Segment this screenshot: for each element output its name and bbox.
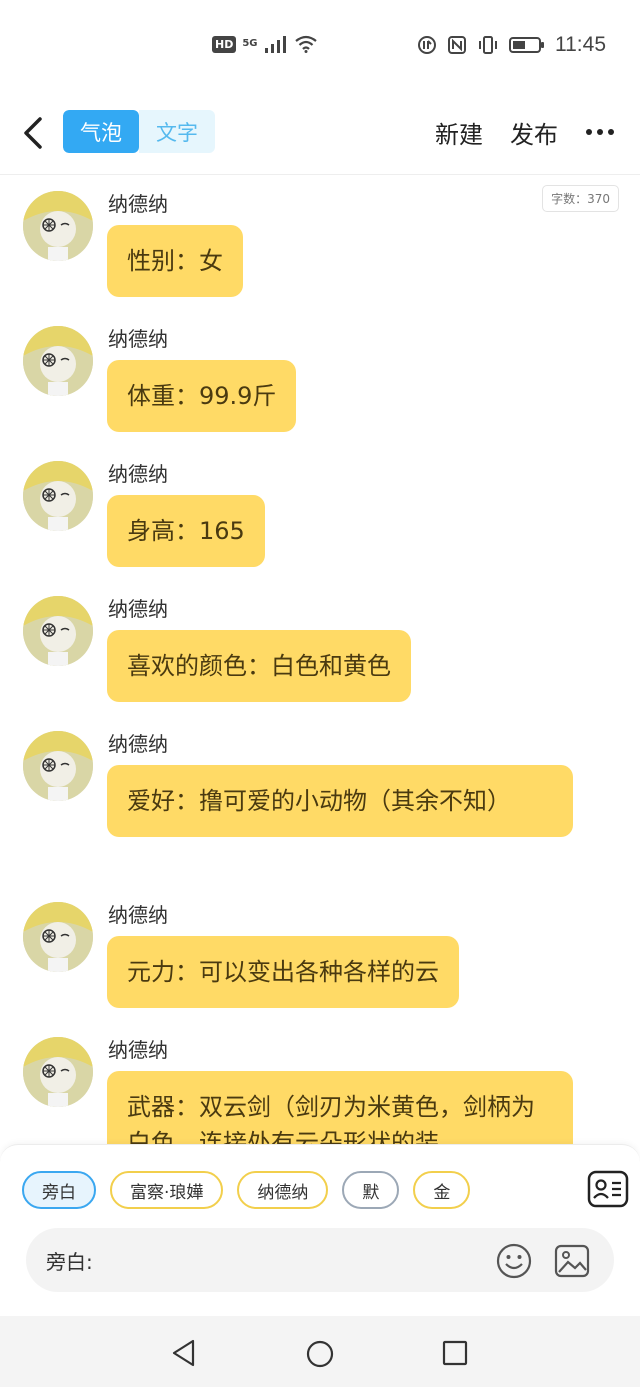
avatar[interactable] [23,731,93,801]
nfc-icon [448,36,466,54]
new-button[interactable]: 新建 [435,115,483,150]
role-chip[interactable]: 金 [413,1171,471,1209]
top-app-bar: 气泡 文字 新建 发布 [0,95,640,175]
avatar[interactable] [23,1037,93,1107]
avatar[interactable] [23,902,93,972]
nav-back-icon[interactable] [170,1338,198,1368]
character-card-icon[interactable] [587,1169,629,1209]
battery-icon [509,37,544,53]
vibrate-icon [479,36,497,54]
sender-name: 纳德纳 [108,327,168,351]
nav-home-icon[interactable] [306,1340,334,1368]
nav-recents-icon[interactable] [442,1340,468,1366]
avatar[interactable] [23,326,93,396]
system-nav-bar [0,1316,640,1387]
message-input-bar: 旁白: [26,1228,614,1292]
message-bubble[interactable]: 爱好：撸可爱的小动物（其余不知） [107,765,573,837]
tab-bubble[interactable]: 气泡 [63,110,139,153]
message-bubble[interactable]: 体重：99.9斤 [107,360,297,432]
publish-button[interactable]: 发布 [510,115,558,150]
data-saver-icon [418,36,436,54]
chat-message: 纳德纳 喜欢的颜色：白色和黄色 [0,581,640,711]
chat-message: 纳德纳 爱好：撸可爱的小动物（其余不知） [0,716,640,886]
input-role-label: 旁白: [46,1250,93,1274]
message-bubble[interactable]: 元力：可以变出各种各样的云 [107,936,459,1008]
signal-icon [264,36,286,53]
status-left: HD 5G [212,35,318,53]
message-bubble[interactable]: 武器：双云剑（剑刃为米黄色，剑柄为白色，连接处有云朵形状的装 [107,1071,573,1144]
sender-name: 纳德纳 [108,903,168,927]
clock: 11:45 [555,33,606,56]
hd-badge: HD [212,35,237,53]
status-bar: HD 5G 11:45 [0,0,640,95]
sender-name: 纳德纳 [108,462,168,486]
image-icon[interactable] [553,1242,591,1280]
emoji-icon[interactable] [495,1242,533,1280]
avatar[interactable] [23,596,93,666]
sender-name: 纳德纳 [108,732,168,756]
role-chip[interactable]: 富察·琅嬅 [110,1171,224,1209]
more-icon[interactable] [586,129,614,135]
role-selector: 旁白 富察·琅嬅 纳德纳 默 金 [22,1171,471,1209]
sender-name: 纳德纳 [108,192,168,216]
chat-message: 纳德纳 身高：165 [0,446,640,576]
role-chip-narrator[interactable]: 旁白 [22,1171,96,1209]
network-type: 5G [242,38,258,49]
message-input[interactable] [106,1240,486,1280]
wifi-icon [294,35,317,53]
chat-list[interactable]: 字数：370 纳德纳 性别：女 纳德纳 体重：99.9斤 纳德纳 身高：165 … [0,176,640,1144]
chat-message: 纳德纳 元力：可以变出各种各样的云 [0,887,640,1017]
chat-message: 纳德纳 体重：99.9斤 [0,311,640,441]
sender-name: 纳德纳 [108,597,168,621]
back-arrow-icon[interactable] [18,113,50,153]
avatar[interactable] [23,461,93,531]
chat-message: 纳德纳 武器：双云剑（剑刃为米黄色，剑柄为白色，连接处有云朵形状的装 [0,1022,640,1144]
chat-message: 纳德纳 性别：女 [0,176,640,306]
role-chip[interactable]: 纳德纳 [237,1171,329,1209]
message-bubble[interactable]: 喜欢的颜色：白色和黄色 [107,630,411,702]
role-chip[interactable]: 默 [342,1171,400,1209]
composer-panel: 旁白 富察·琅嬅 纳德纳 默 金 旁白: [0,1144,640,1316]
tab-text[interactable]: 文字 [139,110,215,153]
avatar[interactable] [23,191,93,261]
status-right: 11:45 [417,33,606,57]
message-bubble[interactable]: 身高：165 [107,495,265,567]
message-bubble[interactable]: 性别：女 [107,225,243,297]
sender-name: 纳德纳 [108,1038,168,1062]
mode-switch: 气泡 文字 [63,110,215,153]
